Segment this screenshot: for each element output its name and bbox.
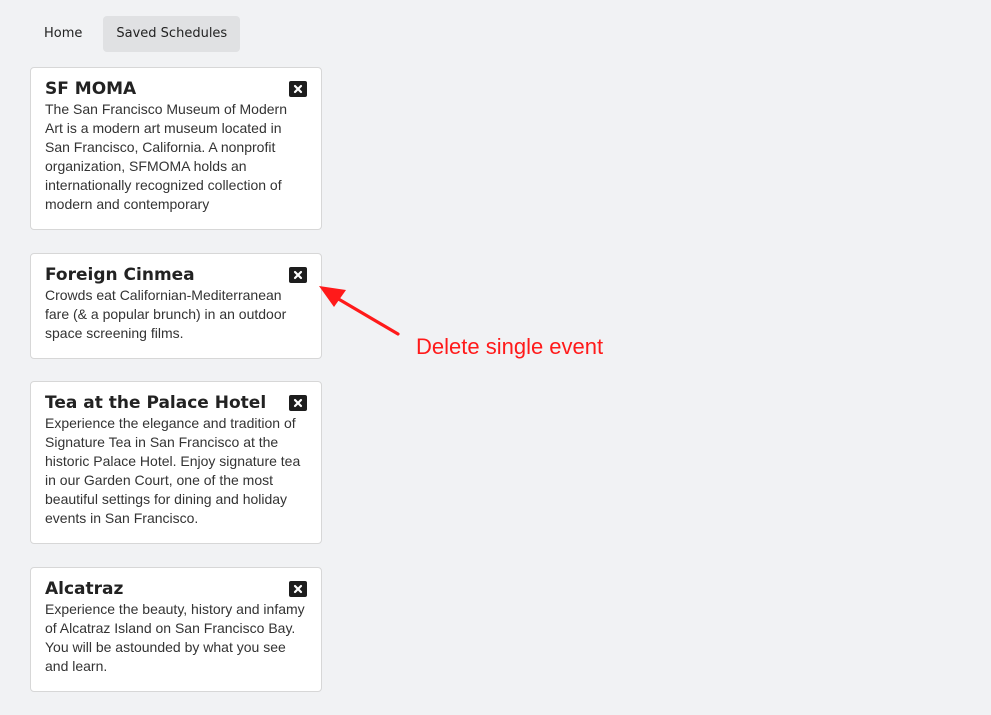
annotation-label: Delete single event — [416, 334, 604, 359]
event-title: SF MOMA — [45, 79, 137, 99]
close-icon — [293, 584, 303, 594]
event-title: Foreign Cinmea — [45, 265, 195, 285]
delete-event-button[interactable] — [289, 581, 307, 597]
close-icon — [293, 84, 303, 94]
tab-saved-schedules[interactable]: Saved Schedules — [103, 16, 241, 52]
event-card-tea-palace-hotel: Tea at the Palace Hotel Experience the e… — [30, 381, 322, 544]
delete-event-button[interactable] — [289, 81, 307, 97]
event-card-alcatraz: Alcatraz Experience the beauty, history … — [30, 567, 322, 692]
event-description: The San Francisco Museum of Modern Art i… — [45, 101, 287, 212]
event-description: Experience the elegance and tradition of… — [45, 415, 301, 526]
top-nav: Home Saved Schedules — [31, 16, 241, 52]
delete-event-button[interactable] — [289, 395, 307, 411]
event-card-sf-moma: SF MOMA The San Francisco Museum of Mode… — [30, 67, 322, 230]
event-description: Experience the beauty, history and infam… — [45, 601, 305, 674]
event-title: Alcatraz — [45, 579, 124, 599]
delete-event-button[interactable] — [289, 267, 307, 283]
close-icon — [293, 270, 303, 280]
close-icon — [293, 398, 303, 408]
annotation-arrow-icon — [319, 286, 400, 336]
tab-home[interactable]: Home — [31, 16, 95, 52]
event-description: Crowds eat Californian-Mediterranean far… — [45, 287, 287, 341]
event-title: Tea at the Palace Hotel — [45, 393, 267, 413]
event-card-foreign-cinema: Foreign Cinmea Crowds eat Californian-Me… — [30, 253, 322, 359]
